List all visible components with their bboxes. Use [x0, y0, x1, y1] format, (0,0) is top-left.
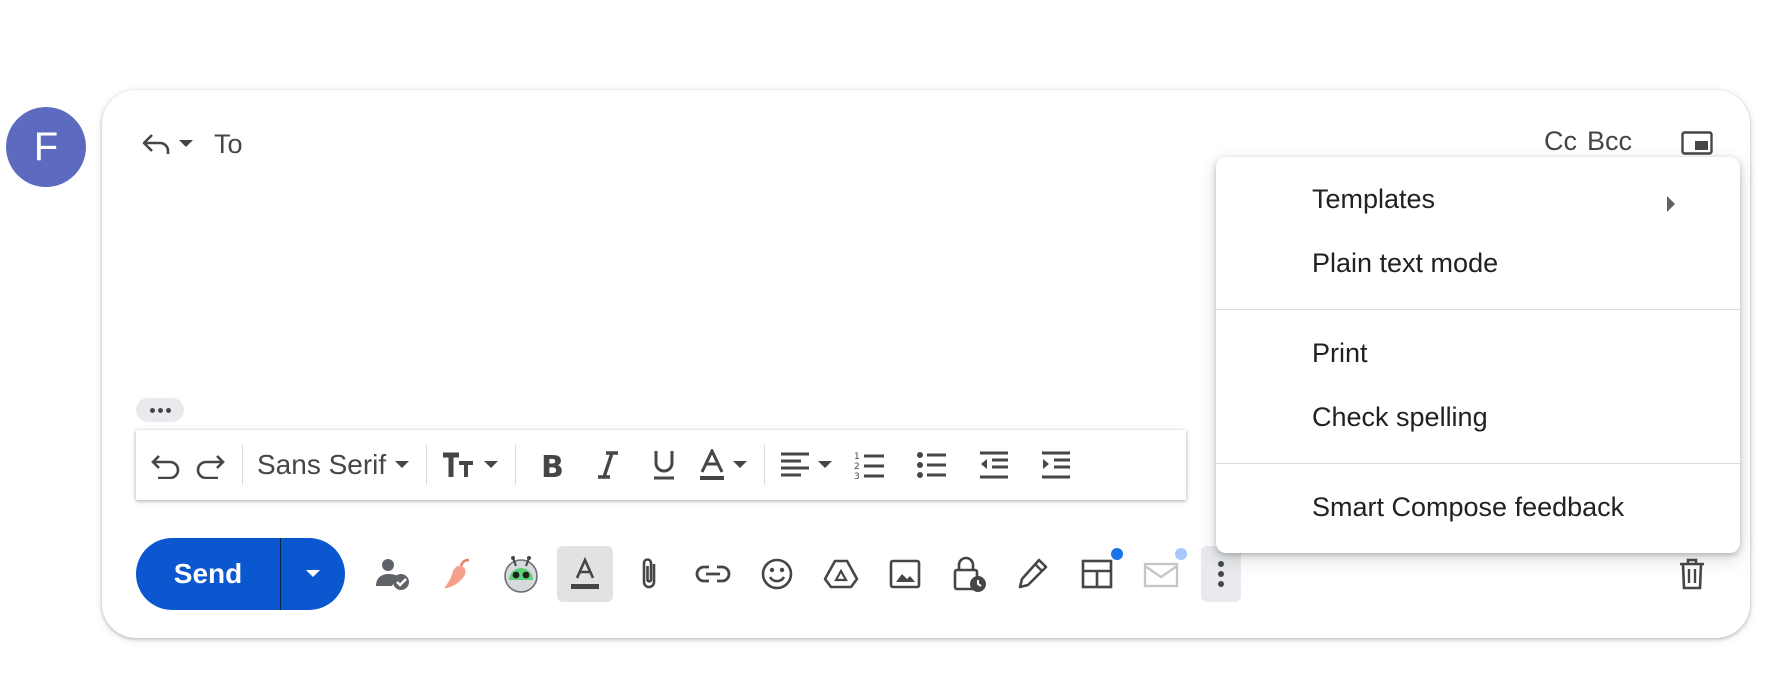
undo-icon[interactable]	[150, 441, 182, 489]
to-field-label[interactable]: To	[214, 129, 243, 160]
reply-icon[interactable]	[138, 126, 174, 162]
menu-item-label: Check spelling	[1312, 401, 1488, 432]
svg-text:2: 2	[854, 462, 860, 472]
formatting-toolbar: Sans Serif B 1 2 3	[136, 430, 1186, 500]
compose-bottom-toolbar: Send	[136, 538, 1241, 610]
show-trimmed-content-button[interactable]	[136, 398, 184, 422]
image-icon[interactable]	[877, 546, 933, 602]
font-family-dropdown-icon[interactable]	[394, 441, 410, 489]
text-color-icon[interactable]	[698, 441, 726, 489]
layouts-icon[interactable]	[1069, 546, 1125, 602]
reply-type-dropdown-icon[interactable]	[174, 132, 198, 156]
font-size-dropdown-icon[interactable]	[483, 441, 499, 489]
reply-type-row: To	[138, 124, 243, 164]
send-button-group: Send	[136, 538, 345, 610]
bulleted-list-icon[interactable]	[907, 441, 957, 489]
menu-divider	[1216, 309, 1740, 310]
menu-item-plain-text-mode[interactable]: Plain text mode	[1216, 235, 1740, 291]
menu-item-smart-compose-feedback[interactable]: Smart Compose feedback	[1216, 479, 1740, 535]
mail-merge-icon[interactable]	[1133, 546, 1189, 602]
drive-icon[interactable]	[813, 546, 869, 602]
indent-less-icon[interactable]	[969, 441, 1019, 489]
menu-divider	[1216, 463, 1740, 464]
menu-item-check-spelling[interactable]: Check spelling	[1216, 389, 1740, 445]
text-format-icon[interactable]	[557, 546, 613, 602]
font-size-icon[interactable]	[441, 441, 477, 489]
pepper-extension-icon[interactable]	[429, 546, 485, 602]
confidential-mode-icon[interactable]	[941, 546, 997, 602]
italic-icon[interactable]	[586, 441, 630, 489]
bcc-link[interactable]: Bcc	[1587, 126, 1632, 157]
submenu-arrow-icon	[1666, 189, 1676, 220]
menu-item-print[interactable]: Print	[1216, 325, 1740, 381]
more-options-icon[interactable]	[1201, 546, 1241, 602]
svg-text:B: B	[541, 450, 564, 480]
align-icon[interactable]	[779, 441, 811, 489]
discard-draft-icon[interactable]	[1670, 552, 1714, 596]
link-icon[interactable]	[685, 546, 741, 602]
underline-icon[interactable]	[642, 441, 686, 489]
sender-avatar[interactable]: F	[6, 107, 86, 187]
send-options-icon[interactable]	[281, 538, 345, 610]
menu-item-templates[interactable]: Templates	[1216, 171, 1740, 227]
send-button[interactable]: Send	[136, 538, 280, 610]
indent-more-icon[interactable]	[1031, 441, 1081, 489]
menu-item-label: Templates	[1312, 183, 1436, 214]
cc-bcc-links: Cc Bcc	[1544, 126, 1632, 157]
pop-out-icon[interactable]	[1680, 128, 1714, 158]
menu-item-label: Plain text mode	[1312, 247, 1499, 278]
mail-merge-badge	[1175, 548, 1187, 560]
menu-item-label: Print	[1312, 337, 1368, 368]
align-dropdown-icon[interactable]	[817, 441, 833, 489]
pen-signature-icon[interactable]	[1005, 546, 1061, 602]
android-bot-extension-icon[interactable]	[493, 546, 549, 602]
svg-text:1: 1	[854, 452, 860, 462]
menu-item-label: Smart Compose feedback	[1312, 491, 1625, 522]
attach-icon[interactable]	[621, 546, 677, 602]
text-color-dropdown-icon[interactable]	[732, 441, 748, 489]
layouts-badge	[1111, 548, 1123, 560]
redo-icon[interactable]	[194, 441, 226, 489]
more-options-menu: Templates Plain text mode Print Check sp…	[1216, 157, 1740, 553]
numbered-list-icon[interactable]: 123	[845, 441, 895, 489]
font-family-selector[interactable]: Sans Serif	[257, 449, 386, 481]
bold-icon[interactable]: B	[530, 441, 574, 489]
signature-check-icon[interactable]	[365, 546, 421, 602]
emoji-icon[interactable]	[749, 546, 805, 602]
cc-link[interactable]: Cc	[1544, 126, 1577, 157]
svg-text:3: 3	[854, 472, 860, 480]
